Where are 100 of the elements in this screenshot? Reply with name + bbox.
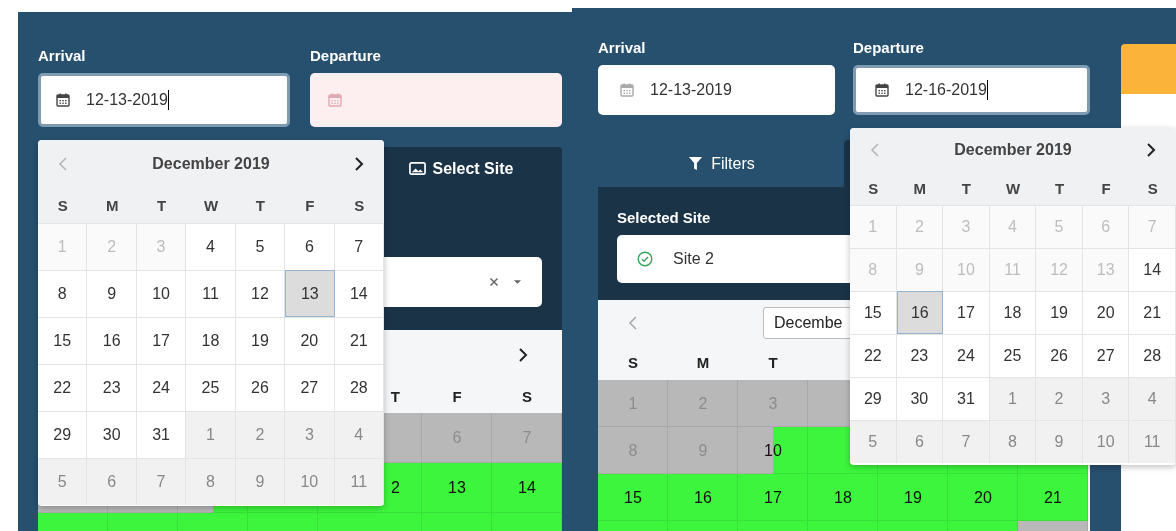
- calendar-icon: [56, 93, 70, 107]
- weekday-label: S: [1146, 180, 1159, 197]
- calendar-day[interactable]: 18: [808, 474, 878, 521]
- calendar-day[interactable]: 15: [850, 291, 897, 334]
- chevron-right-icon[interactable]: [518, 347, 528, 363]
- calendar-day[interactable]: 6: [285, 223, 335, 270]
- calendar-day[interactable]: 22: [38, 364, 88, 411]
- calendar-day[interactable]: 21: [1129, 291, 1176, 334]
- calendar-day[interactable]: 10: [136, 270, 187, 317]
- calendar-day[interactable]: 20: [1082, 291, 1130, 334]
- calendar-day[interactable]: 31: [943, 377, 990, 420]
- weekday-label: S: [627, 354, 639, 371]
- weekday-label: F: [1100, 180, 1112, 197]
- weekday-label: T: [155, 197, 168, 214]
- calendar-day[interactable]: 16: [668, 474, 738, 521]
- calendar-day[interactable]: 14: [1129, 248, 1176, 291]
- calendar-day[interactable]: 24: [943, 334, 990, 377]
- field-label: Arrival: [598, 39, 647, 58]
- field-label: Arrival: [38, 47, 87, 66]
- calendar-day[interactable]: 8: [38, 270, 88, 317]
- card-label: Selected Site: [617, 209, 711, 228]
- calendar-day[interactable]: 19: [235, 317, 286, 364]
- calendar-day[interactable]: 7: [334, 223, 384, 270]
- caret-icon[interactable]: [513, 279, 522, 285]
- calendar-icon: [875, 83, 889, 97]
- weekday-label: T: [767, 354, 779, 371]
- weekday-label: S: [867, 180, 880, 197]
- chevron-left-icon[interactable]: [628, 314, 638, 331]
- chevron-right-icon[interactable]: [354, 156, 364, 172]
- chevron-right-icon[interactable]: [1146, 142, 1156, 158]
- weekday-label: M: [695, 354, 711, 371]
- calendar-day[interactable]: 20: [285, 317, 335, 364]
- calendar-day[interactable]: 24: [136, 364, 187, 411]
- calendar-day[interactable]: 18: [186, 317, 236, 364]
- weekday-label: S: [56, 197, 69, 214]
- calendar-day[interactable]: 29: [38, 411, 88, 458]
- calendar-day[interactable]: 20: [948, 474, 1018, 521]
- calendar-day[interactable]: 17: [943, 291, 990, 334]
- clear-icon[interactable]: [489, 277, 499, 287]
- calendar-day[interactable]: 26: [1036, 334, 1083, 377]
- calendar-day[interactable]: 10: [738, 427, 808, 474]
- field-label: Departure: [310, 47, 382, 66]
- calendar-day[interactable]: 25: [989, 334, 1037, 377]
- calendar-day[interactable]: 17: [136, 317, 187, 364]
- calendar-day[interactable]: 11: [186, 270, 236, 317]
- calendar-day[interactable]: 16: [896, 291, 944, 334]
- date-field[interactable]: 12-13-2019: [598, 65, 835, 115]
- calendar-day[interactable]: 17: [738, 474, 808, 521]
- field-label: Departure: [853, 39, 925, 58]
- weekday-label: S: [353, 197, 366, 214]
- calendar-day[interactable]: 9: [87, 270, 137, 317]
- calendar-day[interactable]: 28: [334, 364, 384, 411]
- calendar-day[interactable]: 30: [87, 411, 137, 458]
- calendar-day[interactable]: 30: [896, 377, 944, 420]
- date-field[interactable]: 12-16-2019: [853, 65, 1090, 115]
- weekday-label: F: [304, 197, 316, 214]
- weekday-label: T: [254, 197, 266, 214]
- date-field[interactable]: [310, 73, 562, 127]
- calendar-day[interactable]: 21: [334, 317, 384, 364]
- calendar-day[interactable]: 5: [235, 223, 286, 270]
- calendar-day[interactable]: 14: [492, 463, 562, 513]
- weekday-label: M: [912, 180, 928, 197]
- calendar-day[interactable]: 27: [285, 364, 335, 411]
- weekday-label: S: [521, 388, 533, 405]
- weekday-label: T: [960, 180, 972, 197]
- month-title: December 2019: [954, 141, 1072, 159]
- header-card: [1121, 44, 1176, 94]
- calendar-icon: [620, 83, 634, 97]
- calendar-day[interactable]: 13: [285, 270, 335, 317]
- calendar-day[interactable]: 26: [235, 364, 286, 411]
- calendar-day[interactable]: 23: [896, 334, 944, 377]
- calendar-day[interactable]: 16: [87, 317, 137, 364]
- calendar-day[interactable]: 15: [38, 317, 88, 364]
- calendar-day[interactable]: 29: [850, 377, 897, 420]
- calendar-day[interactable]: 14: [334, 270, 384, 317]
- image-icon: [408, 161, 426, 176]
- tab[interactable]: Filters: [598, 140, 844, 187]
- calendar-day[interactable]: 25: [186, 364, 236, 411]
- calendar-icon: [328, 93, 342, 107]
- calendar-day[interactable]: 4: [186, 223, 236, 270]
- calendar-day[interactable]: 28: [1129, 334, 1176, 377]
- calendar-day[interactable]: 19: [1036, 291, 1083, 334]
- calendar-day[interactable]: 13: [422, 463, 492, 513]
- weekday-label: M: [104, 197, 120, 214]
- calendar-day[interactable]: 15: [598, 474, 668, 521]
- weekday-label: W: [202, 197, 220, 214]
- calendar-day[interactable]: 23: [87, 364, 137, 411]
- month-title: December 2019: [152, 155, 270, 173]
- date-field[interactable]: 12-13-2019: [38, 73, 290, 127]
- weekday-label: W: [1004, 180, 1022, 197]
- calendar-day[interactable]: 22: [850, 334, 897, 377]
- calendar-day[interactable]: 18: [989, 291, 1037, 334]
- calendar-day[interactable]: 31: [136, 411, 187, 458]
- weekday-label: F: [451, 388, 463, 405]
- check-circle-icon: [637, 251, 653, 267]
- calendar-day[interactable]: 19: [878, 474, 948, 521]
- calendar-day[interactable]: 12: [235, 270, 286, 317]
- calendar-day[interactable]: 21: [1018, 474, 1088, 521]
- weekday-label: T: [1053, 180, 1066, 197]
- calendar-day[interactable]: 27: [1082, 334, 1130, 377]
